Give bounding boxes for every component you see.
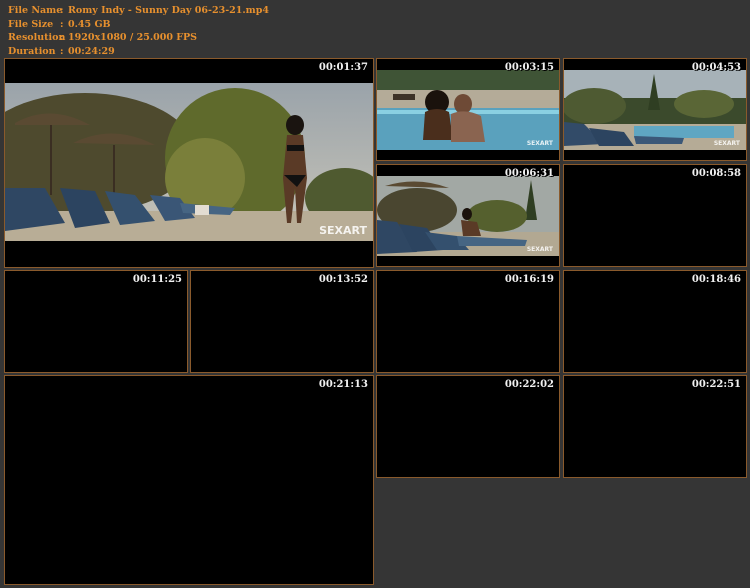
- watermark: SEXART: [713, 140, 740, 147]
- thumbnail-9[interactable]: 00:18:46: [563, 270, 747, 373]
- thumbnail-timestamp: 00:22:02: [504, 379, 554, 390]
- resolution-value: 1920x1080 / 25.000 FPS: [68, 32, 198, 43]
- thumbnail-8[interactable]: 00:16:19: [376, 270, 560, 373]
- thumbnail-timestamp: 00:11:25: [132, 274, 182, 285]
- thumbnail-5[interactable]: 00:08:58: [563, 164, 747, 267]
- file-name-label: File Name: [8, 5, 63, 16]
- thumbnail-11[interactable]: 00:22:02: [376, 375, 560, 478]
- thumbnail-frame-image: SEXART: [377, 176, 559, 256]
- thumbnail-10[interactable]: 00:21:13: [4, 375, 374, 585]
- thumbnail-12[interactable]: 00:22:51: [563, 375, 747, 478]
- thumbnail-frame-image: SEXART: [564, 70, 746, 150]
- file-size-row: File Size:0.45 GB: [8, 18, 269, 32]
- duration-label: Duration: [8, 45, 56, 57]
- thumbnail-4[interactable]: 00:06:31 SEXART: [376, 164, 560, 267]
- thumbnail-2[interactable]: 00:03:15 SEXART: [376, 58, 560, 161]
- thumbnail-3[interactable]: 00:04:53 SEXART: [563, 58, 747, 161]
- file-name-value: Romy Indy - Sunny Day 06-23-21.mp4: [68, 5, 269, 16]
- thumbnail-6[interactable]: 00:11:25: [4, 270, 188, 373]
- resolution-row: Resolution:1920x1080 / 25.000 FPS: [8, 31, 269, 45]
- file-size-label: File Size: [8, 18, 54, 30]
- file-size-separator: :: [60, 18, 64, 30]
- duration-row: Duration:00:24:29: [8, 45, 269, 59]
- thumbnail-frame-image: SEXART: [377, 70, 559, 150]
- file-name-row: File Name: Romy Indy - Sunny Day 06-23-21…: [8, 4, 269, 18]
- thumbnail-timestamp: 00:13:52: [318, 274, 368, 285]
- thumbnail-frame-image: SEXART: [5, 83, 373, 241]
- file-info-panel: File Name: Romy Indy - Sunny Day 06-23-21…: [8, 4, 269, 58]
- watermark: SEXART: [526, 140, 553, 147]
- thumbnail-timestamp: 00:18:46: [691, 274, 741, 285]
- duration-value: 00:24:29: [68, 45, 115, 57]
- thumbnail-1[interactable]: 00:01:37 SEXART: [4, 58, 374, 268]
- thumbnail-timestamp: 00:21:13: [318, 379, 368, 390]
- thumbnail-timestamp: 00:06:31: [504, 168, 554, 179]
- thumbnail-timestamp: 00:08:58: [691, 168, 741, 179]
- watermark: SEXART: [526, 246, 553, 253]
- resolution-label: Resolution: [8, 32, 66, 43]
- thumbnail-timestamp: 00:22:51: [691, 379, 741, 390]
- thumbnail-7[interactable]: 00:13:52: [190, 270, 374, 373]
- file-name-separator: :: [60, 5, 64, 16]
- resolution-separator: :: [60, 32, 64, 43]
- thumbnail-timestamp: 00:03:15: [504, 62, 554, 73]
- thumbnail-timestamp: 00:16:19: [504, 274, 554, 285]
- watermark: SEXART: [319, 224, 367, 237]
- thumbnail-timestamp: 00:01:37: [318, 62, 368, 73]
- thumbnail-timestamp: 00:04:53: [691, 62, 741, 73]
- duration-separator: :: [60, 45, 64, 57]
- file-size-value: 0.45 GB: [68, 18, 111, 30]
